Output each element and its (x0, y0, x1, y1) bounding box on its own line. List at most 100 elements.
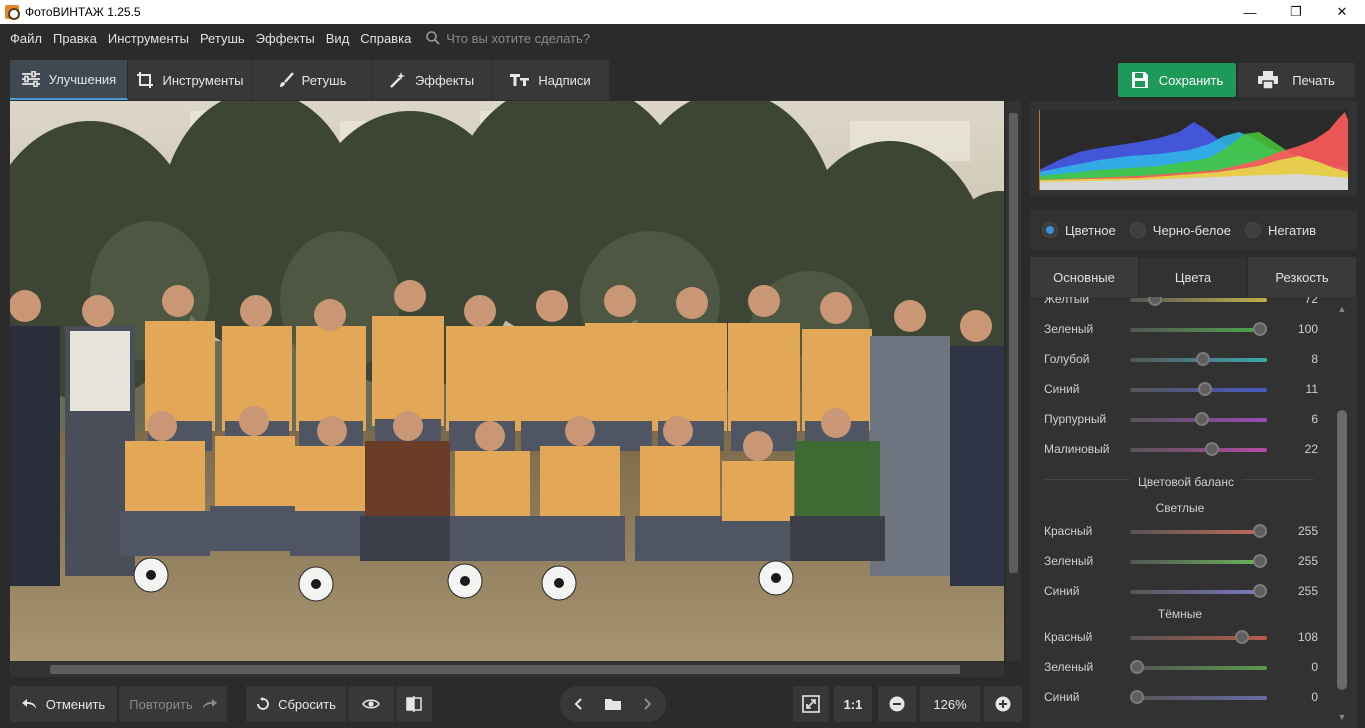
tab-basic[interactable]: Основные (1030, 257, 1139, 297)
command-search (426, 30, 647, 46)
slider-knob[interactable] (1130, 690, 1144, 704)
slider-knob[interactable] (1253, 524, 1267, 538)
slider-label: Красный (1044, 630, 1093, 644)
radio-indicator (1129, 222, 1146, 238)
slider-value: 0 (1311, 660, 1318, 674)
slider-track[interactable] (1130, 696, 1267, 700)
zoom-out-icon (889, 696, 905, 712)
slider-value: 255 (1297, 584, 1318, 598)
tab-retouch[interactable]: Ретушь (253, 60, 372, 100)
redo-button[interactable]: Повторить (119, 686, 227, 722)
save-button[interactable]: Сохранить (1118, 63, 1236, 97)
slider-track[interactable] (1130, 590, 1267, 594)
menu-tools[interactable]: Инструменты (108, 31, 189, 46)
command-search-input[interactable] (446, 30, 647, 46)
slider-knob[interactable] (1198, 382, 1212, 396)
brush-icon (279, 72, 294, 87)
mode-grayscale-label: Черно-белое (1152, 222, 1231, 238)
preview-button[interactable] (348, 686, 394, 722)
tab-effects-label: Эффекты (414, 72, 475, 88)
slider-label: Малиновый (1044, 442, 1110, 456)
slider-label: Синий (1044, 690, 1080, 704)
slider-label: Зеленый (1044, 554, 1094, 568)
chevron-right-icon (644, 698, 652, 710)
mode-color-radio[interactable]: Цветное (1042, 222, 1116, 238)
menu-view[interactable]: Вид (326, 31, 350, 46)
menu-file[interactable]: Файл (10, 31, 42, 46)
slider-row-cyan: Голубой 8 (1030, 345, 1330, 375)
canvas-horizontal-scrollbar[interactable] (10, 662, 1004, 677)
slider-knob[interactable] (1253, 554, 1267, 568)
slider-knob[interactable] (1253, 584, 1267, 598)
slider-knob[interactable] (1195, 412, 1209, 426)
crop-icon (137, 72, 154, 88)
next-photo-button[interactable] (630, 686, 666, 722)
mode-grayscale-radio[interactable]: Черно-белое (1129, 222, 1231, 238)
tab-colors[interactable]: Цвета (1139, 257, 1248, 297)
slider-value: 255 (1297, 524, 1318, 538)
slider-track[interactable] (1130, 666, 1267, 670)
slider-value: 255 (1297, 554, 1318, 568)
text-icon (510, 74, 530, 86)
slider-knob[interactable] (1148, 297, 1162, 306)
slider-row-dark-blue: Синий 0 (1030, 683, 1330, 713)
tab-retouch-label: Ретушь (301, 72, 347, 88)
tab-effects[interactable]: Эффекты (372, 60, 492, 100)
tab-captions-label: Надписи (538, 72, 591, 88)
tab-captions[interactable]: Надписи (492, 60, 610, 100)
slider-label: Зеленый (1044, 660, 1094, 674)
tab-sharpness[interactable]: Резкость (1248, 257, 1357, 297)
previous-photo-button[interactable] (560, 686, 596, 722)
slider-label: Пурпурный (1044, 412, 1107, 426)
undo-button[interactable]: Отменить (10, 686, 117, 722)
print-button[interactable]: Печать (1238, 63, 1355, 97)
photo-canvas[interactable] (10, 101, 1004, 661)
window-controls: — ❐ ✕ (1227, 0, 1365, 24)
slider-knob[interactable] (1130, 660, 1144, 674)
menu-help[interactable]: Справка (360, 31, 411, 46)
fit-to-screen-button[interactable] (793, 686, 829, 722)
reset-button[interactable]: Сбросить (246, 686, 346, 722)
save-button-label: Сохранить (1158, 72, 1224, 88)
slider-knob[interactable] (1196, 352, 1210, 366)
color-balance-title: Цветовой баланс (1130, 475, 1242, 489)
mode-negative-radio[interactable]: Негатив (1244, 222, 1316, 238)
slider-knob[interactable] (1253, 322, 1267, 336)
panel-scrollbar[interactable]: ▲ ▼ (1335, 300, 1351, 725)
slider-track[interactable] (1130, 530, 1267, 534)
zoom-out-button[interactable] (878, 686, 916, 722)
zoom-in-icon (995, 696, 1011, 712)
menu-retouch[interactable]: Ретушь (200, 31, 245, 46)
slider-row-blue: Синий 11 (1030, 375, 1330, 405)
tab-tools[interactable]: Инструменты (128, 60, 253, 100)
menu-effects[interactable]: Эффекты (256, 31, 315, 46)
slider-value: 6 (1311, 412, 1318, 426)
main-toolbar: Улучшения Инструменты Ретушь Эффекты Над… (10, 60, 610, 100)
slider-value: 8 (1311, 352, 1318, 366)
redo-label: Повторить (129, 696, 193, 712)
slider-track[interactable] (1130, 560, 1267, 564)
close-button[interactable]: ✕ (1319, 0, 1365, 24)
menu-edit[interactable]: Правка (53, 31, 97, 46)
scroll-up-icon[interactable]: ▲ (1335, 304, 1349, 314)
open-folder-button[interactable] (596, 686, 630, 722)
slider-knob[interactable] (1205, 442, 1219, 456)
compare-button[interactable] (396, 686, 432, 722)
color-sliders: Желтый 72 Зеленый 100 Голубой 8 Синий 11… (1030, 297, 1357, 728)
actual-size-button[interactable]: 1:1 (834, 686, 872, 722)
window-title: ФотоВИНТАЖ 1.25.5 (25, 5, 141, 19)
slider-track[interactable] (1130, 448, 1267, 452)
maximize-button[interactable]: ❐ (1273, 0, 1319, 24)
canvas-vertical-scrollbar[interactable] (1006, 101, 1021, 661)
tab-enhancements[interactable]: Улучшения (10, 60, 128, 100)
highlights-title: Светлые (1155, 501, 1205, 515)
minimize-button[interactable]: — (1227, 0, 1273, 24)
panel-tabs: Основные Цвета Резкость (1030, 257, 1357, 297)
zoom-in-button[interactable] (984, 686, 1022, 722)
slider-row-light-blue: Синий 255 (1030, 577, 1330, 607)
slider-row-yellow: Желтый 72 (1030, 297, 1330, 315)
scroll-down-icon[interactable]: ▼ (1335, 712, 1349, 722)
slider-track[interactable] (1130, 328, 1267, 332)
slider-knob[interactable] (1235, 630, 1249, 644)
panel-scrollbar-thumb[interactable] (1337, 410, 1347, 690)
